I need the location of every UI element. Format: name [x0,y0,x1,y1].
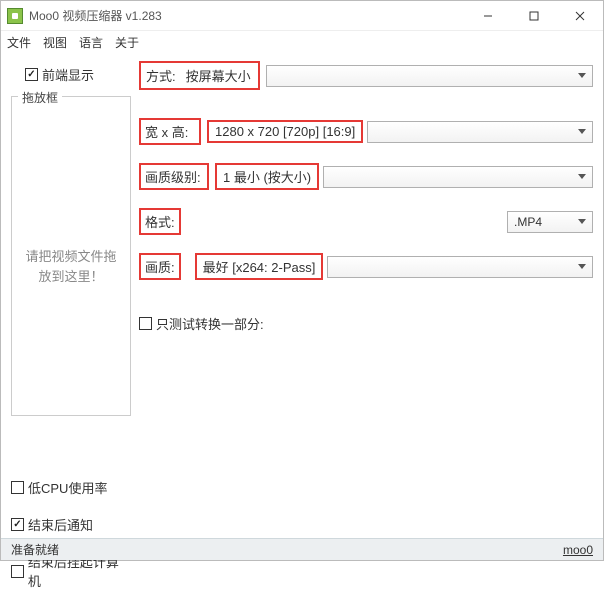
quality-value-box: 最好 [x264: 2-Pass] [195,253,324,280]
quality-level-row: 画质级别: 1 最小 (按大小) [139,163,593,190]
drop-zone-hint: 请把视频文件拖 放到这里！ [12,247,130,286]
test-portion-row[interactable]: 只测试转换一部分: [139,310,593,337]
menu-language[interactable]: 语言 [79,34,103,51]
notify-done-label: 结束后通知 [28,515,93,534]
statusbar: 准备就绪 moo0 [1,538,603,560]
drop-hint-line2: 放到这里！ [38,269,103,284]
method-row: 方式: 按屏幕大小 [139,61,593,90]
always-on-top-checkbox[interactable] [25,68,38,81]
quality-label: 画质: [139,253,181,280]
drop-hint-line1: 请把视频文件拖 [25,249,116,264]
app-icon [7,8,23,24]
low-cpu-checkbox[interactable] [11,481,24,494]
wh-row: 宽 x 高: 1280 x 720 [720p] [16:9] [139,118,593,145]
test-portion-checkbox[interactable] [139,317,152,330]
format-label: 格式: [139,208,181,235]
test-portion-label: 只测试转换一部分: [156,314,264,333]
method-combo[interactable] [266,65,593,87]
close-button[interactable] [557,1,603,30]
menubar: 文件 视图 语言 关于 [1,31,603,53]
notify-done-row[interactable]: 结束后通知 [11,511,131,538]
quality-level-combo[interactable] [323,166,593,188]
format-combo-text: .MP4 [514,215,572,229]
window-controls [465,1,603,30]
low-cpu-row[interactable]: 低CPU使用率 [11,474,131,501]
wh-combo[interactable] [367,121,593,143]
suspend-after-checkbox[interactable] [11,565,24,578]
wh-value-box: 1280 x 720 [720p] [16:9] [207,120,363,143]
status-link[interactable]: moo0 [563,543,593,557]
content-area: 前端显示 拖放框 请把视频文件拖 放到这里！ 低CPU使用率 结束后通知 结束后… [1,53,603,594]
always-on-top-label: 前端显示 [42,65,94,84]
left-column: 前端显示 拖放框 请把视频文件拖 放到这里！ 低CPU使用率 结束后通知 结束后… [11,61,131,594]
format-row: 格式: .MP4 [139,208,593,235]
quality-combo[interactable] [327,256,593,278]
method-value-box: 按屏幕大小 [180,64,257,87]
left-options: 低CPU使用率 结束后通知 结束后挂起计算机 [11,474,131,594]
status-text: 准备就绪 [11,541,59,558]
always-on-top-row[interactable]: 前端显示 [11,61,131,88]
window-title: Moo0 视频压缩器 v1.283 [29,7,465,24]
quality-row: 画质: 最好 [x264: 2-Pass] [139,253,593,280]
right-column: 方式: 按屏幕大小 宽 x 高: 1280 x 720 [720p] [16:9… [139,61,593,594]
quality-level-label: 画质级别: [139,163,209,190]
method-label: 方式: [142,64,180,87]
titlebar: Moo0 视频压缩器 v1.283 [1,1,603,31]
notify-done-checkbox[interactable] [11,518,24,531]
minimize-button[interactable] [465,1,511,30]
menu-about[interactable]: 关于 [115,34,139,51]
quality-level-value-box: 1 最小 (按大小) [215,163,319,190]
drop-zone-title: 拖放框 [18,89,62,106]
drop-zone[interactable]: 拖放框 请把视频文件拖 放到这里！ [11,96,131,416]
wh-label: 宽 x 高: [139,118,201,145]
format-combo[interactable]: .MP4 [507,211,593,233]
maximize-button[interactable] [511,1,557,30]
menu-file[interactable]: 文件 [7,34,31,51]
menu-view[interactable]: 视图 [43,34,67,51]
low-cpu-label: 低CPU使用率 [28,478,107,497]
